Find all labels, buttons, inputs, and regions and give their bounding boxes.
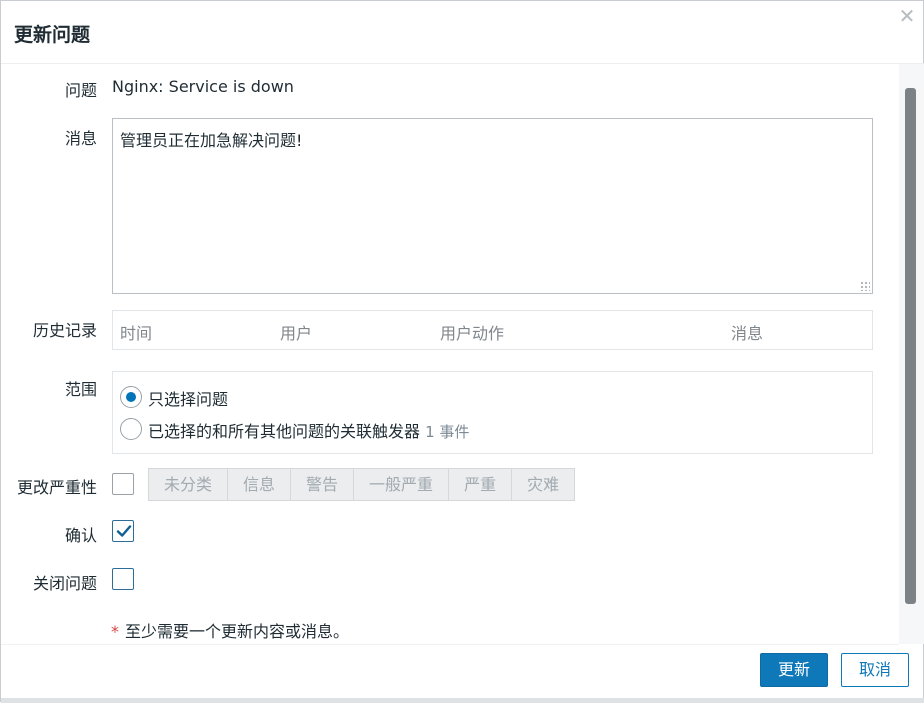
close-problem-label: 关闭问题 (32, 574, 97, 593)
severity-disaster: 灾难 (527, 475, 560, 494)
history-table: 时间 用户 用户动作 消息 (112, 310, 873, 350)
header-divider (1, 63, 924, 64)
severity-selector: 未分类 信息 警告 一般严重 严重 灾难 (148, 468, 576, 501)
severity-warning: 警告 (291, 469, 355, 500)
scrollbar-thumb[interactable] (905, 88, 916, 604)
scope-label: 范围 (64, 380, 97, 399)
acknowledge-checkbox[interactable] (112, 520, 134, 542)
problem-value: Nginx: Service is down (112, 77, 294, 96)
required-note: * 至少需要一个更新内容或消息。 (111, 618, 349, 642)
dialog-title: 更新问题 (14, 24, 91, 46)
update-button[interactable]: 更新 (760, 653, 828, 687)
severity-not-classified: 未分类 (149, 469, 229, 500)
scope-option-related-label: 已选择的和所有其他问题的关联触发器 (148, 422, 421, 441)
scope-options: 只选择问题 已选择的和所有其他问题的关联触发器 1 事件 (112, 371, 873, 454)
history-col-user-action: 用户动作 (440, 324, 505, 343)
message-label: 消息 (64, 129, 97, 148)
history-col-user: 用户 (280, 324, 313, 343)
history-label: 历史记录 (32, 321, 97, 340)
scope-option-problem-only[interactable]: 只选择问题 (148, 386, 228, 410)
history-col-message: 消息 (731, 324, 764, 343)
scope-radio-related[interactable] (120, 418, 142, 440)
message-textarea[interactable]: 管理员正在加急解决问题! (112, 118, 873, 294)
required-asterisk: * (111, 622, 119, 641)
required-note-text: 至少需要一个更新内容或消息。 (125, 622, 350, 641)
close-icon[interactable]: ✕ (897, 5, 917, 27)
change-severity-label: 更改严重性 (16, 478, 97, 497)
message-text: 管理员正在加急解决问题! (120, 131, 303, 150)
resize-grip-icon[interactable] (860, 281, 870, 291)
problem-label: 问题 (64, 81, 97, 100)
event-count-link[interactable]: 1 事件 (425, 423, 469, 441)
update-problem-dialog: 更新问题 ✕ 问题 Nginx: Service is down 消息 管理员正… (0, 0, 924, 703)
severity-high: 严重 (449, 469, 513, 500)
severity-average: 一般严重 (354, 469, 450, 500)
severity-information: 信息 (228, 469, 292, 500)
scope-radio-problem-only[interactable] (120, 386, 142, 408)
cancel-button[interactable]: 取消 (841, 653, 909, 687)
scope-option-related[interactable]: 已选择的和所有其他问题的关联触发器 1 事件 (148, 418, 469, 442)
dialog-bottom-edge (1, 698, 924, 703)
acknowledge-label: 确认 (64, 526, 97, 545)
footer-divider (1, 644, 899, 645)
history-col-time: 时间 (120, 324, 153, 343)
change-severity-checkbox[interactable] (112, 473, 134, 495)
close-problem-checkbox[interactable] (112, 568, 134, 590)
checkmark-icon (116, 525, 132, 537)
